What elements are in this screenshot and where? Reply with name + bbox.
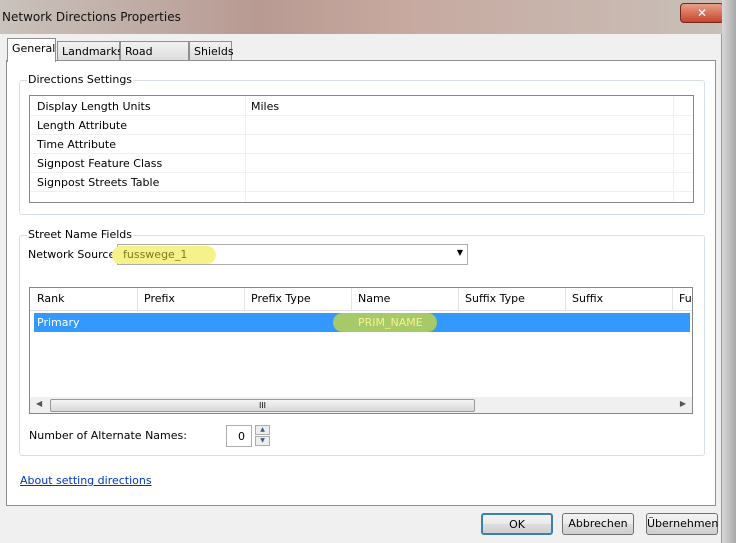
about-directions-link[interactable]: About setting directions — [20, 474, 152, 487]
network-source-dropdown[interactable]: fusswege_1 ▼ — [112, 244, 468, 265]
title-bar: Network Directions Properties ✕ — [0, 0, 736, 34]
rank-cell: Primary — [37, 316, 80, 329]
tab-label: General — [12, 42, 56, 55]
apply-button[interactable]: Übernehmen — [646, 513, 718, 535]
tab-shields[interactable]: Shields — [189, 41, 234, 61]
property-name: Display Length Units — [37, 100, 151, 113]
property-value[interactable]: Miles — [251, 100, 279, 113]
horizontal-scrollbar[interactable]: ◀ III ▶ — [30, 397, 692, 413]
window-title: Network Directions Properties — [2, 10, 181, 24]
tab-landmarks[interactable]: Landmarks — [57, 41, 123, 61]
property-row[interactable]: Signpost Feature Class — [30, 154, 693, 173]
column-header-suffix[interactable]: Suffix — [572, 292, 603, 305]
scrollbar-thumb[interactable]: III — [50, 399, 475, 412]
tab-general[interactable]: General — [7, 38, 56, 62]
property-row[interactable]: Length Attribute — [30, 116, 693, 135]
property-row[interactable]: Time Attribute — [30, 135, 693, 154]
tab-road-detail[interactable]: Road Detail — [120, 41, 189, 71]
property-row[interactable]: Display Length Units Miles — [30, 97, 693, 116]
spin-down-icon[interactable]: ▼ — [255, 436, 270, 446]
street-name-grid: Rank Prefix Prefix Type Name Suffix Type… — [29, 287, 693, 414]
close-icon[interactable]: ✕ — [680, 3, 724, 23]
column-header-more[interactable]: Fu — [679, 292, 692, 305]
column-header-prefix[interactable]: Prefix — [144, 292, 175, 305]
network-source-value: fusswege_1 — [123, 248, 188, 261]
scroll-right-icon[interactable]: ▶ — [680, 399, 686, 408]
property-name: Length Attribute — [37, 119, 128, 132]
tab-label: Shields — [194, 45, 234, 58]
street-name-fields-title: Street Name Fields — [27, 228, 133, 241]
scroll-left-icon[interactable]: ◀ — [36, 399, 42, 408]
column-header-name[interactable]: Name — [358, 292, 390, 305]
property-name: Time Attribute — [37, 138, 116, 151]
column-header-suffix-type[interactable]: Suffix Type — [465, 292, 525, 305]
ok-button[interactable]: OK — [481, 513, 553, 535]
cancel-button[interactable]: Abbrechen — [562, 513, 634, 535]
background-window-edge — [722, 0, 736, 543]
column-header-prefix-type[interactable]: Prefix Type — [251, 292, 311, 305]
property-row[interactable]: Signpost Streets Table — [30, 173, 693, 192]
name-cell: PRIM_NAME — [358, 316, 423, 329]
property-name: Signpost Feature Class — [37, 157, 163, 170]
network-source-label: Network Source: — [28, 248, 119, 261]
directions-settings-grid: Display Length Units Miles Length Attribu… — [29, 95, 694, 203]
chevron-down-icon[interactable]: ▼ — [457, 248, 463, 257]
alternate-names-input[interactable]: 0 — [226, 425, 252, 447]
alternate-names-label: Number of Alternate Names: — [29, 429, 187, 442]
property-name: Signpost Streets Table — [37, 176, 160, 189]
table-row[interactable]: Primary PRIM_NAME — [34, 313, 690, 332]
directions-settings-title: Directions Settings — [27, 73, 134, 86]
tab-label: Landmarks — [62, 45, 123, 58]
grid-header: Rank Prefix Prefix Type Name Suffix Type… — [30, 288, 692, 311]
spin-up-icon[interactable]: ▲ — [255, 425, 270, 435]
column-header-rank[interactable]: Rank — [37, 292, 64, 305]
